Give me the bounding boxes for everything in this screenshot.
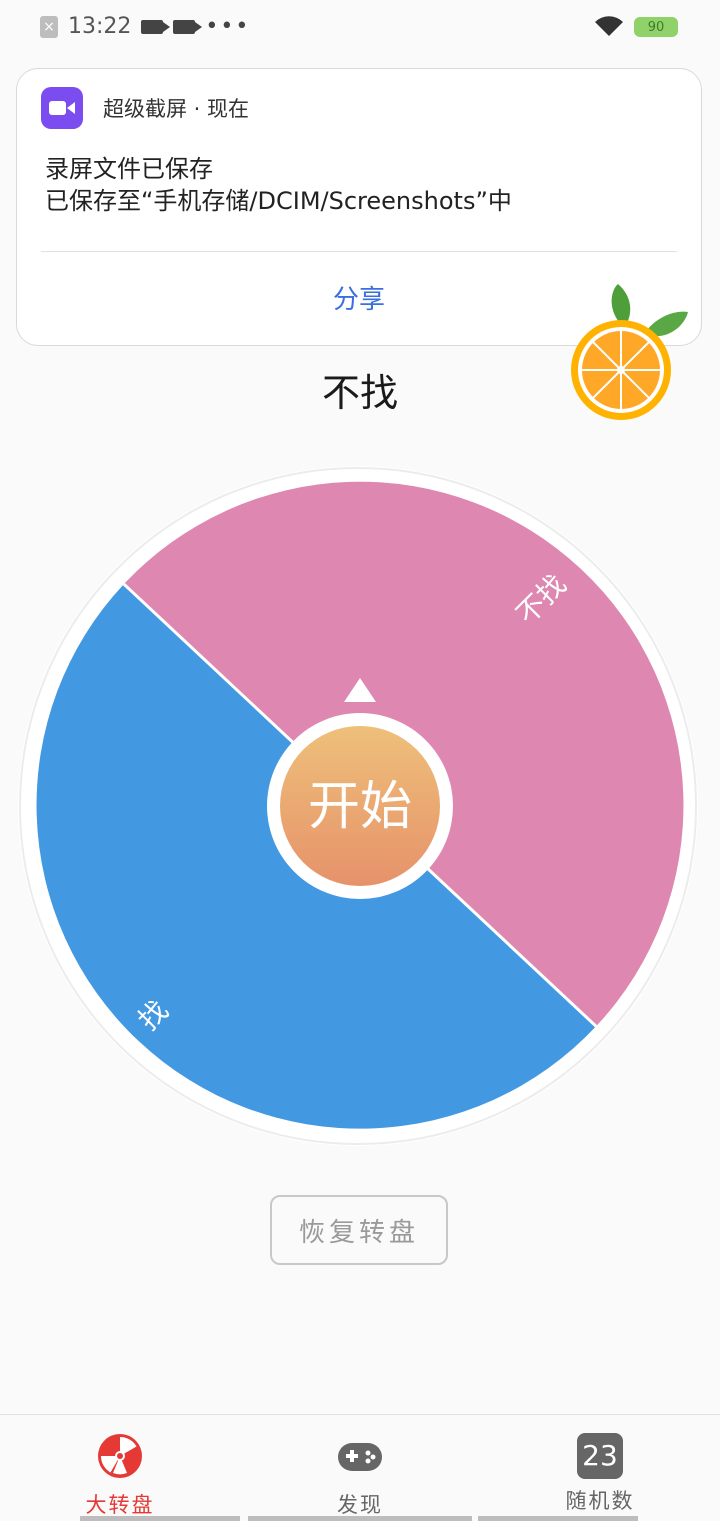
notification-x-icon: × xyxy=(40,15,58,38)
notification-body: 已保存至“手机存储/DCIM/Screenshots”中 xyxy=(45,187,512,215)
status-bar: × 13:22 ••• 90 xyxy=(0,0,720,56)
nav-label: 大转盘 xyxy=(85,1493,155,1517)
more-dots-icon: ••• xyxy=(205,14,251,39)
nav-indicator xyxy=(80,1516,240,1521)
restore-wheel-button[interactable]: 恢复转盘 xyxy=(270,1195,448,1265)
nav-item-big-wheel[interactable]: 大转盘 xyxy=(40,1433,200,1519)
start-button-label: 开始 xyxy=(308,777,412,837)
nav-label: 随机数 xyxy=(565,1489,635,1513)
notification-divider xyxy=(41,251,677,252)
bottom-nav: 大转盘 发现 23 随机数 xyxy=(0,1414,720,1521)
status-bar-right: 90 xyxy=(594,16,678,38)
notification-header: 超级截屏 · 现在 xyxy=(41,87,249,129)
result-text: 不找 xyxy=(321,371,398,415)
nav-label: 发现 xyxy=(337,1493,383,1517)
wifi-icon xyxy=(595,16,623,36)
nav-item-random-number[interactable]: 23 随机数 xyxy=(520,1433,680,1515)
spin-wheel[interactable]: 不找 找 开始 xyxy=(18,466,698,1146)
notification-title: 录屏文件已保存 xyxy=(45,155,213,183)
radiation-wheel-icon xyxy=(98,1434,142,1478)
gamepad-icon xyxy=(338,1443,382,1471)
video-record-icon xyxy=(141,19,171,34)
status-bar-left: × 13:22 ••• xyxy=(40,14,250,39)
battery-icon: 90 xyxy=(634,17,678,37)
nav-indicator xyxy=(248,1516,472,1521)
camera-icon xyxy=(173,19,203,34)
nav-item-discover[interactable]: 发现 xyxy=(280,1433,440,1519)
number-23-icon: 23 xyxy=(577,1433,623,1479)
notification-app-name: 超级截屏 · 现在 xyxy=(103,97,250,121)
nav-icon-text: 23 xyxy=(582,1439,618,1472)
status-time: 13:22 xyxy=(68,14,132,39)
nav-indicator xyxy=(478,1516,638,1521)
video-camera-icon xyxy=(41,87,83,129)
